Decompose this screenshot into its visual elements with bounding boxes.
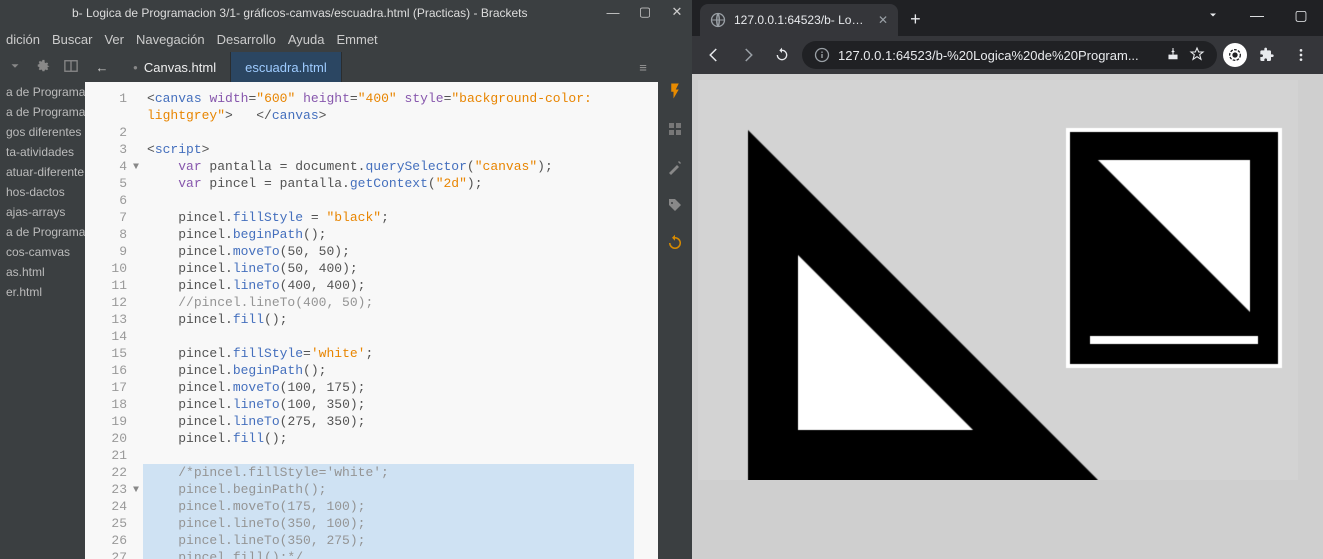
tree-item[interactable]: er.html	[0, 282, 85, 302]
editor-area: ← Canvas.html escuadra.html ≡ 1234▼56789…	[85, 52, 658, 559]
brackets-plugin-bar	[658, 52, 692, 559]
tab-label: Canvas.html	[144, 60, 216, 75]
extension-icon[interactable]	[1223, 43, 1247, 67]
star-icon[interactable]	[1189, 46, 1205, 65]
tree-item[interactable]: hos-dactos	[0, 182, 85, 202]
tree-item[interactable]: a de Programac	[0, 222, 85, 242]
new-tab-button[interactable]: +	[898, 9, 933, 36]
source-code[interactable]: <canvas width="600" height="400" style="…	[133, 82, 658, 559]
brackets-menubar: dición Buscar Ver Navegación Desarrollo …	[0, 26, 692, 52]
back-button[interactable]	[700, 41, 728, 69]
tree-item[interactable]: ajas-arrays	[0, 202, 85, 222]
tree-item[interactable]: gos diferentes	[0, 122, 85, 142]
url-text: 127.0.0.1:64523/b-%20Logica%20de%20Progr…	[838, 48, 1157, 63]
editor-tabs: ← Canvas.html escuadra.html ≡	[85, 52, 658, 82]
minimize-icon[interactable]: —	[606, 5, 620, 19]
tab-label: escuadra.html	[245, 60, 327, 75]
browser-tab[interactable]: 127.0.0.1:64523/b- Logica de Pro ✕	[700, 4, 898, 36]
menu-item[interactable]: Ver	[104, 32, 124, 47]
brackets-titlebar: b- Logica de Programacion 3/1- gráficos-…	[0, 0, 692, 26]
window-title: b- Logica de Programacion 3/1- gráficos-…	[6, 6, 686, 20]
close-icon[interactable]: ✕	[670, 5, 684, 19]
tree-item[interactable]: a de Programac	[0, 102, 85, 122]
reload-button[interactable]	[768, 41, 796, 69]
tag-icon[interactable]	[666, 196, 684, 214]
menu-item[interactable]: dición	[6, 32, 40, 47]
chevron-down-icon[interactable]	[1191, 0, 1235, 30]
menu-item[interactable]: Emmet	[337, 32, 378, 47]
extensions-puzzle-icon[interactable]	[1253, 41, 1281, 69]
share-icon[interactable]	[1165, 46, 1181, 65]
chrome-tabstrip: 127.0.0.1:64523/b- Logica de Pro ✕ + — ▢	[692, 0, 1323, 36]
browser-viewport	[692, 74, 1323, 559]
menu-item[interactable]: Ayuda	[288, 32, 325, 47]
brackets-window: b- Logica de Programacion 3/1- gráficos-…	[0, 0, 692, 559]
file-tree: a de Programac a de Programac gos difere…	[0, 82, 85, 302]
address-bar[interactable]: 127.0.0.1:64523/b-%20Logica%20de%20Progr…	[802, 41, 1217, 69]
dropdown-icon[interactable]	[8, 59, 22, 76]
code-editor[interactable]: 1234▼567891011121314151617181920212223▼2…	[85, 82, 658, 559]
chrome-toolbar: 127.0.0.1:64523/b-%20Logica%20de%20Progr…	[692, 36, 1323, 74]
minimize-icon[interactable]: —	[1235, 0, 1279, 30]
close-tab-icon[interactable]: ✕	[878, 13, 888, 27]
wand-icon[interactable]	[666, 158, 684, 176]
maximize-icon[interactable]: ▢	[1279, 0, 1323, 30]
chrome-window: 127.0.0.1:64523/b- Logica de Pro ✕ + — ▢…	[692, 0, 1323, 559]
canvas-output	[698, 80, 1298, 480]
live-preview-icon[interactable]	[666, 82, 684, 100]
brackets-sidebar: a de Programac a de Programac gos difere…	[0, 52, 85, 559]
globe-icon	[710, 12, 726, 28]
tab-title: 127.0.0.1:64523/b- Logica de Pro	[734, 13, 864, 27]
kebab-menu-icon[interactable]	[1287, 41, 1315, 69]
tree-item[interactable]: cos-camvas	[0, 242, 85, 262]
menu-item[interactable]: Desarrollo	[217, 32, 276, 47]
tab-menu-icon[interactable]: ≡	[628, 52, 658, 82]
editor-tab[interactable]: escuadra.html	[231, 52, 342, 82]
reload-icon[interactable]	[666, 234, 684, 252]
tree-item[interactable]: ta-atividades	[0, 142, 85, 162]
maximize-icon[interactable]: ▢	[638, 5, 652, 19]
menu-item[interactable]: Navegación	[136, 32, 205, 47]
extension-manager-icon[interactable]	[666, 120, 684, 138]
tree-item[interactable]: as.html	[0, 262, 85, 282]
tree-item[interactable]: atuar-diferente	[0, 162, 85, 182]
tree-item[interactable]: a de Programac	[0, 82, 85, 102]
menu-item[interactable]: Buscar	[52, 32, 92, 47]
split-icon[interactable]	[64, 59, 78, 76]
gear-icon[interactable]	[36, 59, 50, 76]
editor-tab[interactable]: Canvas.html	[119, 52, 231, 82]
line-gutter: 1234▼567891011121314151617181920212223▼2…	[85, 82, 133, 559]
back-arrow-icon[interactable]: ←	[85, 52, 119, 82]
site-info-icon[interactable]	[814, 47, 830, 63]
forward-button[interactable]	[734, 41, 762, 69]
